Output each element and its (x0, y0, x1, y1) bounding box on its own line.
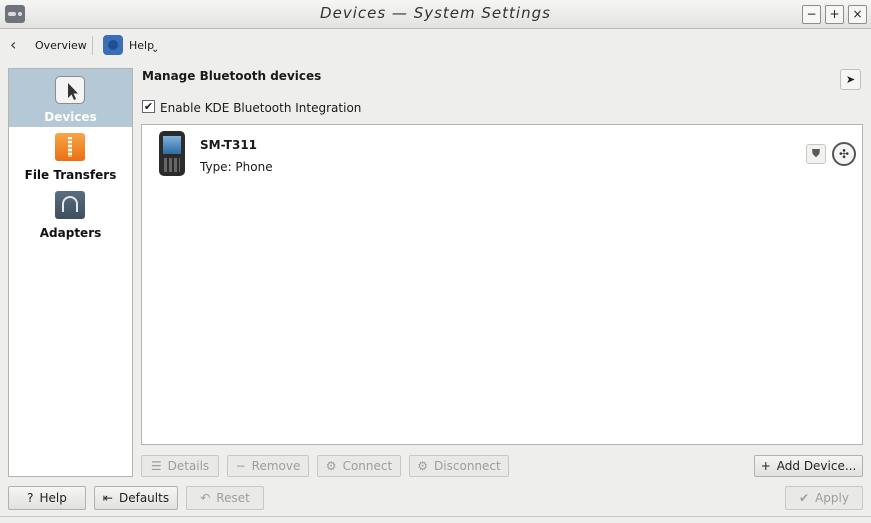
sidebar-item-label: Devices (44, 110, 97, 124)
zip-archive-icon (55, 133, 85, 161)
remove-button[interactable]: − Remove (227, 455, 309, 477)
enable-bluetooth-checkbox[interactable]: ✔ (142, 100, 155, 113)
minus-icon: − (235, 459, 246, 473)
add-device-button[interactable]: + Add Device... (754, 455, 863, 477)
device-type: Type: Phone (200, 160, 273, 174)
device-list[interactable]: SM-T311 Type: Phone ⛊ ✣ (141, 124, 863, 445)
list-icon: ☰ (150, 459, 162, 473)
phone-icon (159, 131, 185, 176)
apply-button[interactable]: ✔ Apply (785, 486, 863, 510)
whats-this-button[interactable]: ➤ (840, 69, 861, 90)
sidebar: Devices File Transfers Adapters (8, 68, 133, 477)
disconnect-button[interactable]: ⚙ Disconnect (409, 455, 509, 477)
pointer-icon (55, 76, 85, 104)
page-title: Manage Bluetooth devices (142, 69, 322, 83)
question-icon: ? (27, 491, 34, 505)
sidebar-item-file-transfers[interactable]: File Transfers (9, 133, 132, 183)
overview-button[interactable]: Overview (35, 39, 87, 52)
close-button[interactable]: × (848, 5, 867, 24)
plus-icon: + (760, 459, 771, 473)
defaults-icon: ⇤ (102, 491, 113, 505)
minimize-button[interactable]: − (802, 5, 821, 24)
connect-button[interactable]: ⚙ Connect (317, 455, 401, 477)
help-button[interactable]: ? Help (8, 486, 86, 510)
undo-icon: ↶ (200, 491, 211, 505)
connect-icon: ⚙ (325, 459, 337, 473)
chevron-down-icon[interactable]: ⌄ (151, 44, 159, 55)
details-button[interactable]: ☰ Details (141, 455, 219, 477)
sidebar-item-adapters[interactable]: Adapters (9, 191, 132, 241)
toolbar: ‹ Overview Help ⌄ (0, 30, 871, 61)
headphones-icon (55, 191, 85, 219)
trust-device-button[interactable]: ⛊ (806, 144, 826, 164)
defaults-button[interactable]: ⇤ Defaults (94, 486, 178, 510)
window-bottom-edge (0, 516, 871, 517)
sidebar-item-label: File Transfers (24, 168, 117, 182)
device-name: SM-T311 (200, 138, 258, 152)
maximize-button[interactable]: + (825, 5, 844, 24)
disconnect-icon: ⚙ (417, 459, 429, 473)
enable-bluetooth-label[interactable]: Enable KDE Bluetooth Integration (160, 101, 361, 115)
back-arrow-icon[interactable]: ‹ (10, 35, 16, 54)
sidebar-item-devices[interactable]: Devices (9, 69, 132, 127)
reset-button[interactable]: ↶ Reset (186, 486, 264, 510)
checkmark-icon: ✔ (799, 491, 810, 505)
title-bar: Devices — System Settings − + × (0, 0, 871, 29)
window-title: Devices — System Settings (320, 4, 551, 22)
device-settings-button[interactable]: ✣ (832, 142, 856, 166)
toolbar-separator (92, 36, 93, 55)
sidebar-item-label: Adapters (39, 226, 102, 240)
help-icon[interactable] (103, 35, 123, 55)
